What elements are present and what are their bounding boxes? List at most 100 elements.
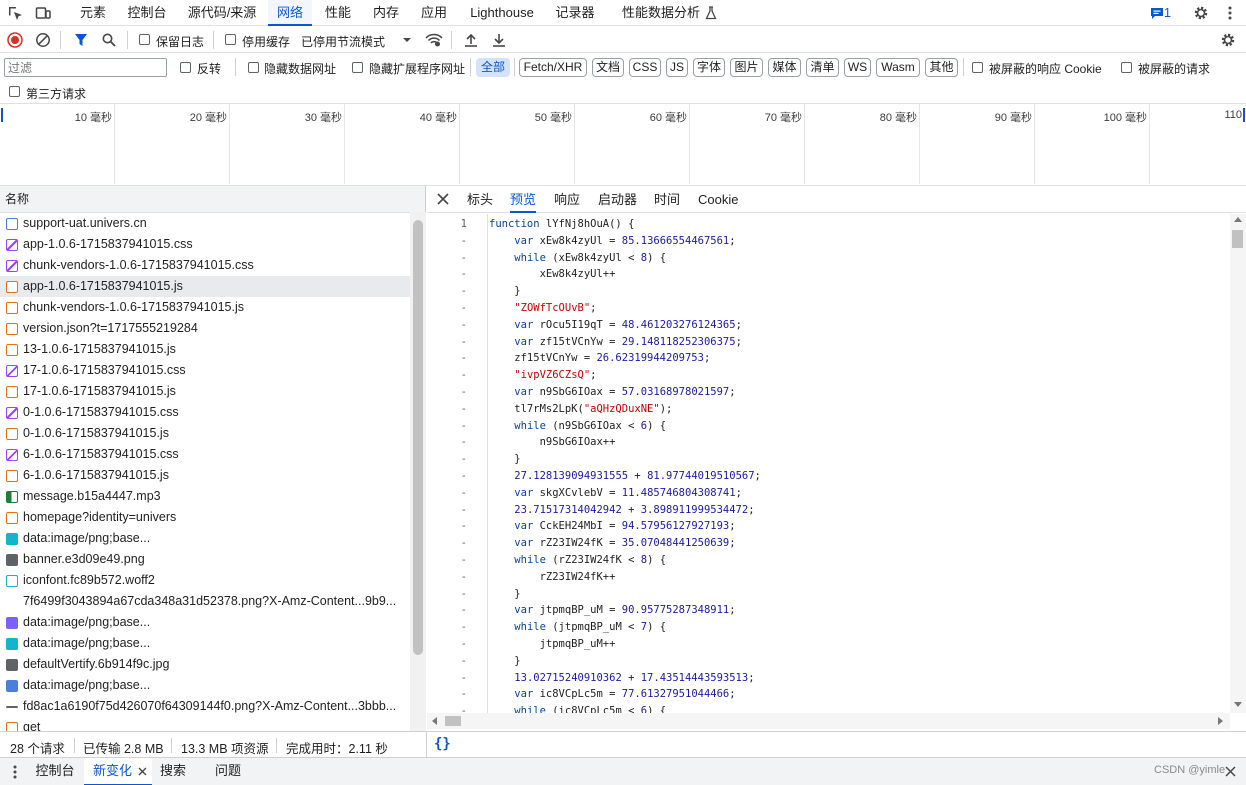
blocked-cookies-checkbox[interactable] xyxy=(972,62,983,73)
request-row[interactable]: get xyxy=(0,717,410,731)
invert-checkbox[interactable] xyxy=(180,62,191,73)
hide-extension-urls-checkbox[interactable] xyxy=(352,62,363,73)
code-line: - 23.71517314042942 + 3.898911999534472; xyxy=(427,502,1230,519)
disable-cache-checkbox[interactable] xyxy=(225,34,236,45)
filter-icon[interactable] xyxy=(72,31,90,49)
scroll-up-arrow-icon[interactable] xyxy=(1234,216,1242,222)
filter-input[interactable] xyxy=(4,58,167,77)
tab-cookies[interactable]: Cookie xyxy=(698,186,738,213)
code-vertical-scroll-thumb[interactable] xyxy=(1232,230,1243,248)
request-row[interactable]: chunk-vendors-1.0.6-1715837941015.js xyxy=(0,297,410,318)
tab-headers[interactable]: 标头 xyxy=(467,186,493,213)
tab-application[interactable]: 应用 xyxy=(414,0,454,26)
issues-count[interactable]: 1 xyxy=(1164,6,1171,20)
import-har-icon[interactable] xyxy=(462,31,480,49)
code-preview[interactable]: 1 function lYfNj8hOuA() {- var xEw8k4zyUl… xyxy=(427,214,1230,713)
tab-response[interactable]: 响应 xyxy=(554,186,580,213)
request-row[interactable]: fd8ac1a6190f75d426070f64309144f0.png?X-A… xyxy=(0,696,410,717)
drawer-tab-changes[interactable]: 新变化 xyxy=(84,758,152,785)
more-options-icon[interactable] xyxy=(1221,4,1239,22)
request-row[interactable]: data:image/png;base... xyxy=(0,612,410,633)
throttling-select[interactable]: 已停用节流模式 xyxy=(301,33,385,50)
request-row[interactable]: 17-1.0.6-1715837941015.css xyxy=(0,360,410,381)
settings-gear-icon[interactable] xyxy=(1192,4,1210,22)
request-row[interactable]: 17-1.0.6-1715837941015.js xyxy=(0,381,410,402)
network-settings-gear-icon[interactable] xyxy=(1219,31,1237,49)
tab-sources[interactable]: 源代码/来源 xyxy=(182,0,262,26)
search-icon[interactable] xyxy=(100,31,118,49)
code-horizontal-scrollbar[interactable] xyxy=(427,713,1230,729)
request-row[interactable]: app-1.0.6-1715837941015.js xyxy=(0,276,410,297)
close-icon[interactable] xyxy=(437,193,449,208)
line-number: - xyxy=(460,587,467,600)
export-har-icon[interactable] xyxy=(490,31,508,49)
type-filter-font[interactable]: 字体 xyxy=(693,58,725,77)
record-stop-icon[interactable] xyxy=(6,31,24,49)
type-filter-ws[interactable]: WS xyxy=(844,58,871,77)
request-row[interactable]: 0-1.0.6-1715837941015.css xyxy=(0,402,410,423)
close-tab-icon[interactable] xyxy=(138,767,147,776)
tab-memory[interactable]: 内存 xyxy=(366,0,406,26)
tab-timing[interactable]: 时间 xyxy=(654,186,680,213)
type-filter-all[interactable]: 全部 xyxy=(476,58,510,77)
drawer-tab-issues[interactable]: 问题 xyxy=(210,758,246,785)
timeline-overview[interactable]: 10 毫秒 20 毫秒 30 毫秒 40 毫秒 50 毫秒 60 毫秒 70 毫… xyxy=(0,104,1246,186)
close-drawer-icon[interactable] xyxy=(1225,766,1236,780)
request-row[interactable]: homepage?identity=univers xyxy=(0,507,410,528)
tab-initiator[interactable]: 启动器 xyxy=(598,186,637,213)
request-row[interactable]: version.json?t=1717555219284 xyxy=(0,318,410,339)
request-row[interactable]: data:image/png;base... xyxy=(0,528,410,549)
tab-console[interactable]: 控制台 xyxy=(122,0,172,26)
name-column-header[interactable]: 名称 xyxy=(0,186,425,213)
type-filter-img[interactable]: 图片 xyxy=(730,58,763,77)
type-filter-css[interactable]: CSS xyxy=(629,58,661,77)
scroll-left-arrow-icon[interactable] xyxy=(431,717,437,725)
type-filter-wasm[interactable]: Wasm xyxy=(876,58,920,77)
scroll-right-arrow-icon[interactable] xyxy=(1218,717,1224,725)
dropdown-arrow-icon[interactable] xyxy=(398,31,416,49)
type-filter-doc[interactable]: 文档 xyxy=(592,58,624,77)
drawer-menu-icon[interactable] xyxy=(13,765,17,782)
preserve-log-checkbox[interactable] xyxy=(139,34,150,45)
request-row[interactable]: 6-1.0.6-1715837941015.js xyxy=(0,465,410,486)
tab-performance[interactable]: 性能 xyxy=(318,0,358,26)
network-conditions-icon[interactable] xyxy=(425,31,443,49)
request-row[interactable]: 0-1.0.6-1715837941015.js xyxy=(0,423,410,444)
type-filter-other[interactable]: 其他 xyxy=(925,58,958,77)
type-filter-js[interactable]: JS xyxy=(666,58,688,77)
request-row[interactable]: 6-1.0.6-1715837941015.css xyxy=(0,444,410,465)
inspect-element-icon[interactable] xyxy=(6,4,24,22)
request-row[interactable]: support-uat.univers.cn xyxy=(0,213,410,234)
type-filter-manifest[interactable]: 清单 xyxy=(806,58,839,77)
blocked-requests-checkbox[interactable] xyxy=(1121,62,1132,73)
request-row[interactable]: iconfont.fc89b572.woff2 xyxy=(0,570,410,591)
hide-data-urls-checkbox[interactable] xyxy=(248,62,259,73)
code-horizontal-scroll-thumb[interactable] xyxy=(445,716,461,726)
code-vertical-scrollbar[interactable] xyxy=(1230,214,1246,713)
request-row[interactable]: data:image/png;base... xyxy=(0,675,410,696)
device-toolbar-icon[interactable] xyxy=(34,4,52,22)
clear-icon[interactable] xyxy=(34,31,52,49)
request-row[interactable]: 7f6499f3043894a67cda348a31d52378.png?X-A… xyxy=(0,591,410,612)
request-row[interactable]: app-1.0.6-1715837941015.css xyxy=(0,234,410,255)
request-row[interactable]: data:image/png;base... xyxy=(0,633,410,654)
request-list-scroll-thumb[interactable] xyxy=(413,220,423,655)
request-row[interactable]: defaultVertify.6b914f9c.jpg xyxy=(0,654,410,675)
request-row[interactable]: chunk-vendors-1.0.6-1715837941015.css xyxy=(0,255,410,276)
pretty-print-button[interactable]: {} xyxy=(434,736,451,752)
request-row[interactable]: 13-1.0.6-1715837941015.js xyxy=(0,339,410,360)
drawer-tab-search[interactable]: 搜索 xyxy=(156,758,190,785)
type-filter-media[interactable]: 媒体 xyxy=(768,58,801,77)
tab-recorder[interactable]: 记录器 xyxy=(550,0,600,26)
tab-preview[interactable]: 预览 xyxy=(510,186,537,213)
third-party-checkbox[interactable] xyxy=(9,86,20,97)
type-filter-fetch-xhr[interactable]: Fetch/XHR xyxy=(519,58,587,77)
tab-elements[interactable]: 元素 xyxy=(73,0,113,26)
drawer-tab-console[interactable]: 控制台 xyxy=(30,758,80,785)
tab-lighthouse[interactable]: Lighthouse xyxy=(462,0,542,26)
request-row[interactable]: message.b15a4447.mp3 xyxy=(0,486,410,507)
request-row[interactable]: banner.e3d09e49.png xyxy=(0,549,410,570)
scroll-down-arrow-icon[interactable] xyxy=(1234,702,1242,708)
tab-network[interactable]: 网络 xyxy=(268,0,312,26)
tab-performance-insights[interactable]: 性能数据分析 xyxy=(620,0,702,26)
